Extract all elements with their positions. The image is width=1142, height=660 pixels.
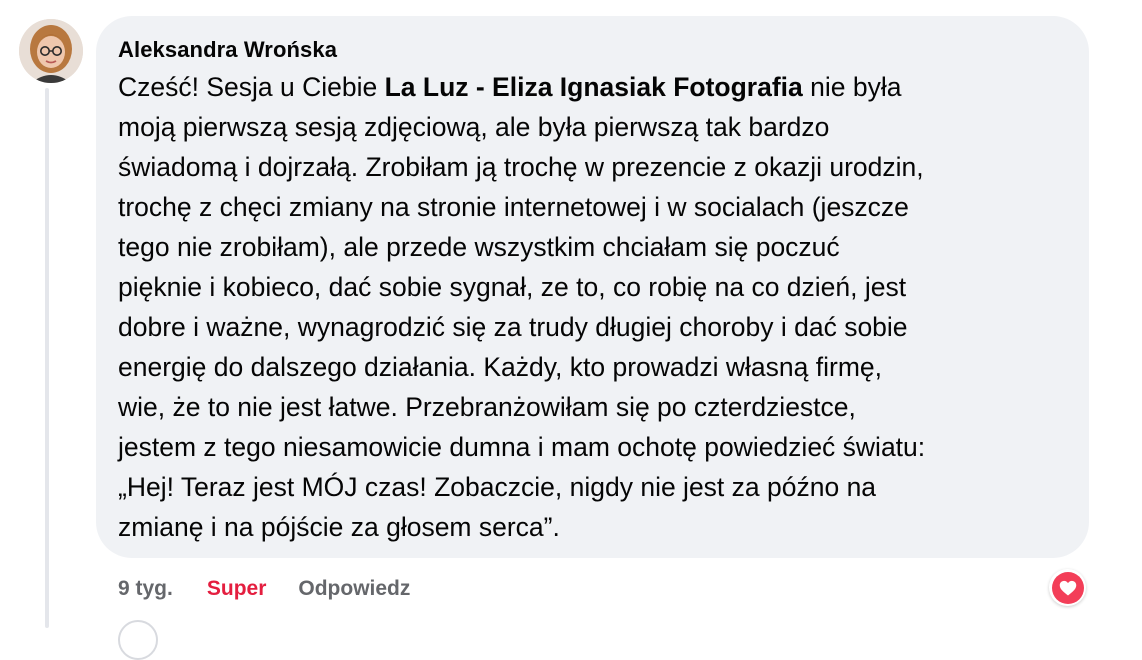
comment-text-intro: Cześć! Sesja u Ciebie (118, 72, 385, 102)
reaction-button[interactable]: Super (207, 577, 267, 601)
comment-text-body: nie była moją pierwszą sesją zdjęciową, … (118, 72, 926, 542)
comment-text: Cześć! Sesja u Ciebie La Luz - Eliza Ign… (118, 67, 1065, 547)
comment-timestamp[interactable]: 9 tyg. (118, 577, 173, 601)
heart-icon (1059, 580, 1076, 595)
thread-line (45, 88, 49, 628)
mentioned-page-link[interactable]: La Luz - Eliza Ignasiak Fotografia (385, 72, 803, 102)
comment-actions: 9 tyg. Super Odpowiedz (118, 576, 410, 602)
comment-author[interactable]: Aleksandra Wrońska (118, 36, 1065, 64)
comment-bubble: Aleksandra Wrońska Cześć! Sesja u Ciebie… (96, 16, 1089, 558)
avatar[interactable] (19, 19, 83, 83)
reply-button[interactable]: Odpowiedz (298, 577, 410, 601)
avatar-photo (19, 19, 83, 83)
reaction-count-badge[interactable] (1049, 569, 1086, 606)
love-reaction (1051, 571, 1084, 604)
next-reply-avatar (118, 620, 158, 660)
